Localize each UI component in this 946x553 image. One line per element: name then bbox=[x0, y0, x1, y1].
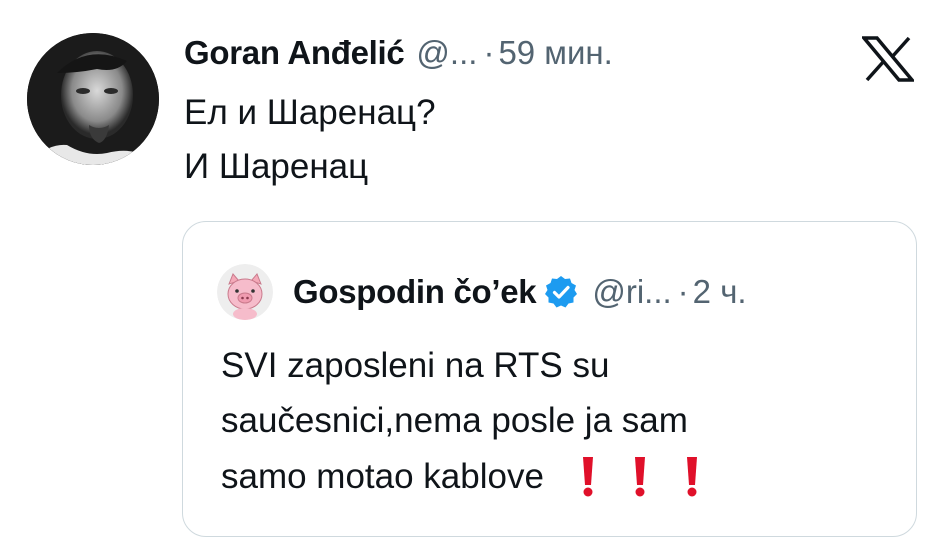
separator-dot: · bbox=[677, 273, 689, 310]
verified-badge-icon bbox=[544, 275, 578, 309]
quoted-tweet-timestamp[interactable]: 2 ч. bbox=[693, 273, 747, 311]
author-name[interactable]: Goran Anđelić bbox=[184, 34, 405, 72]
red-exclamation-icon bbox=[632, 456, 648, 498]
quoted-tweet-header: Gospodin čo’ek @ri... · 2 ч. bbox=[217, 264, 747, 320]
tweet-text-line: Ел и Шаренац? bbox=[184, 93, 436, 132]
author-handle[interactable]: @... bbox=[416, 34, 477, 72]
quoted-author-avatar[interactable] bbox=[217, 264, 273, 320]
x-logo-icon[interactable] bbox=[862, 36, 914, 82]
quoted-author-handle[interactable]: @ri... bbox=[592, 273, 671, 311]
quoted-text-line: samo motao kablove bbox=[221, 456, 700, 498]
author-avatar[interactable] bbox=[27, 33, 159, 165]
quoted-tweet-card[interactable]: Gospodin čo’ek @ri... · 2 ч. SVI zaposle… bbox=[182, 221, 917, 537]
quoted-text: saučesnici,nema posle ja sam bbox=[221, 401, 688, 440]
red-exclamation-icon bbox=[684, 456, 700, 498]
quoted-author-name[interactable]: Gospodin čo’ek bbox=[293, 273, 537, 311]
quoted-text: SVI zaposleni na RTS su bbox=[221, 346, 610, 385]
red-exclamation-icon bbox=[580, 456, 596, 498]
tweet-header: Goran Anđelić @... · 59 мин. bbox=[184, 30, 613, 76]
tweet-timestamp[interactable]: 59 мин. bbox=[498, 34, 612, 72]
quoted-text-line: saučesnici,nema posle ja sam bbox=[221, 401, 688, 441]
separator-dot: · bbox=[483, 34, 495, 71]
quoted-text-line: SVI zaposleni na RTS su bbox=[221, 346, 609, 386]
quoted-text: samo motao kablove bbox=[221, 457, 544, 496]
tweet-text-line: И Шаренац bbox=[184, 147, 369, 186]
